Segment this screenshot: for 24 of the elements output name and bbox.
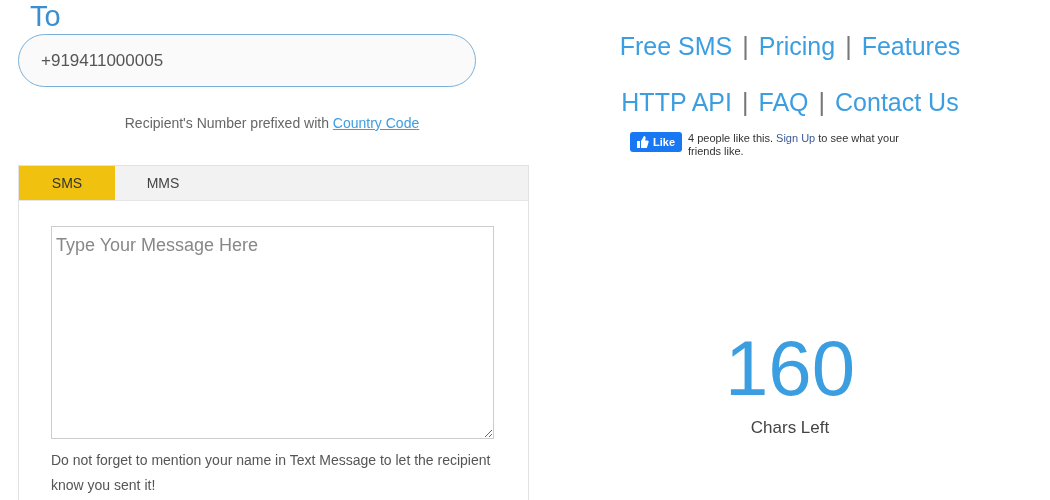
thumbs-up-icon xyxy=(637,136,649,148)
count-label: Chars Left xyxy=(750,418,830,438)
note-text: Do not forget to mention your name in Text Message to let the recipient know you sent it! xyxy=(51,451,492,495)
tab[interactable]: SMS xyxy=(19,166,115,200)
separator: | xyxy=(818,87,825,118)
separator: | xyxy=(845,31,852,62)
nav-link[interactable]: Free SMS xyxy=(619,30,733,62)
nav-link[interactable]: HTTP API xyxy=(621,86,732,118)
field-label: To xyxy=(30,0,62,32)
hint-text: Recipient's Number prefixed with xyxy=(124,115,329,131)
nav-link[interactable]: FAQ xyxy=(758,86,809,118)
phone-input-field[interactable]: +919411000005 xyxy=(18,34,476,87)
separator: | xyxy=(742,31,749,62)
nav-link[interactable]: Features xyxy=(861,30,961,62)
nav-link[interactable]: Contact Us xyxy=(835,86,959,118)
like-count-text: 4 people like this. Sign Up to see what your friends like. xyxy=(688,132,900,158)
tab[interactable]: MMS xyxy=(115,166,211,200)
char-count: 160 xyxy=(724,326,856,410)
separator: | xyxy=(742,87,749,118)
sign-up-link[interactable]: Sign Up xyxy=(776,132,816,144)
nav-link[interactable]: Pricing xyxy=(758,30,836,62)
message-field[interactable]: Type Your Message Here xyxy=(51,226,494,439)
country-code-link[interactable]: Country Code xyxy=(332,115,420,131)
like-button[interactable]: Like xyxy=(630,132,682,152)
